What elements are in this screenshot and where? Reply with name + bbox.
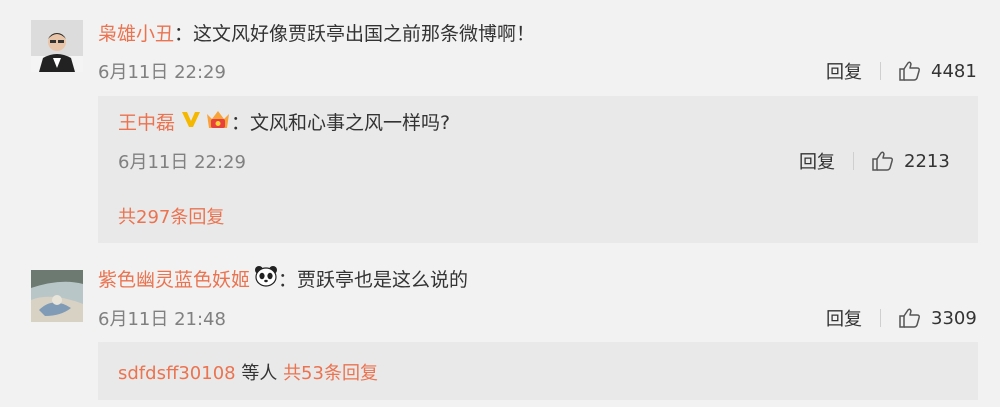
like-count: 3309 (931, 307, 977, 329)
divider (880, 309, 881, 327)
reply-username[interactable]: 王中磊 (118, 108, 175, 135)
crown-icon (205, 108, 231, 135)
reply-actions: 回复 2213 (799, 148, 950, 174)
comment-2: 紫色幽灵蓝色妖姬 ： 贾跃亭也是这么说的 6月11日 21:48 回复 3309 (0, 245, 1000, 407)
colon: ： (174, 23, 194, 45)
reply-time: 6月11日 22:29 (118, 152, 246, 173)
comment-text-line: 枭雄小丑 ： 这文风好像贾跃亭出国之前那条微博啊！ (98, 19, 535, 46)
reply-button[interactable]: 回复 (826, 305, 862, 331)
reply-username[interactable]: sdfdsff30108 (118, 363, 236, 384)
colon: ： (231, 112, 251, 134)
comment-actions: 回复 3309 (826, 305, 977, 331)
more-replies-line: sdfdsff30108 等人 共53条回复 (118, 359, 378, 385)
comment-time: 6月11日 22:29 (98, 62, 226, 83)
like-count: 4481 (931, 60, 977, 82)
avatar[interactable] (31, 20, 83, 72)
more-replies-link[interactable]: 共53条回复 (283, 363, 378, 384)
thumbs-up-icon (899, 308, 920, 328)
thumbs-up-icon (872, 151, 893, 171)
comment-1: 枭雄小丑 ： 这文风好像贾跃亭出国之前那条微博啊！ 6月11日 22:29 回复… (0, 0, 1000, 245)
reply-box: 王中磊 ： 文风和心事之风一样吗? 6月11日 22:29 回复 2213 共2… (98, 96, 978, 243)
like-count: 2213 (904, 150, 950, 172)
comment-text-line: 紫色幽灵蓝色妖姬 ： 贾跃亭也是这么说的 (98, 265, 468, 292)
comment-text: 这文风好像贾跃亭出国之前那条微博啊！ (193, 23, 536, 45)
avatar[interactable] (31, 270, 83, 322)
like-button[interactable]: 3309 (899, 308, 977, 329)
panda-icon (254, 265, 278, 292)
more-text: 等人 (235, 363, 284, 384)
verified-v-icon (181, 110, 201, 133)
comment-time: 6月11日 21:48 (98, 309, 226, 330)
reply-button[interactable]: 回复 (826, 58, 862, 84)
colon: ： (278, 269, 298, 291)
comment-username[interactable]: 紫色幽灵蓝色妖姬 (98, 265, 250, 292)
divider (880, 62, 881, 80)
like-button[interactable]: 4481 (899, 61, 977, 82)
reply-text-line: 王中磊 ： 文风和心事之风一样吗? (118, 108, 450, 135)
comment-text: 贾跃亭也是这么说的 (297, 269, 469, 291)
more-replies-link[interactable]: 共297条回复 (118, 203, 224, 229)
like-button[interactable]: 2213 (872, 151, 950, 172)
reply-text: 文风和心事之风一样吗? (250, 112, 451, 134)
reply-box: sdfdsff30108 等人 共53条回复 (98, 342, 978, 400)
reply-button[interactable]: 回复 (799, 148, 835, 174)
thumbs-up-icon (899, 61, 920, 81)
divider (853, 152, 854, 170)
comment-actions: 回复 4481 (826, 58, 977, 84)
comment-username[interactable]: 枭雄小丑 (98, 19, 174, 46)
